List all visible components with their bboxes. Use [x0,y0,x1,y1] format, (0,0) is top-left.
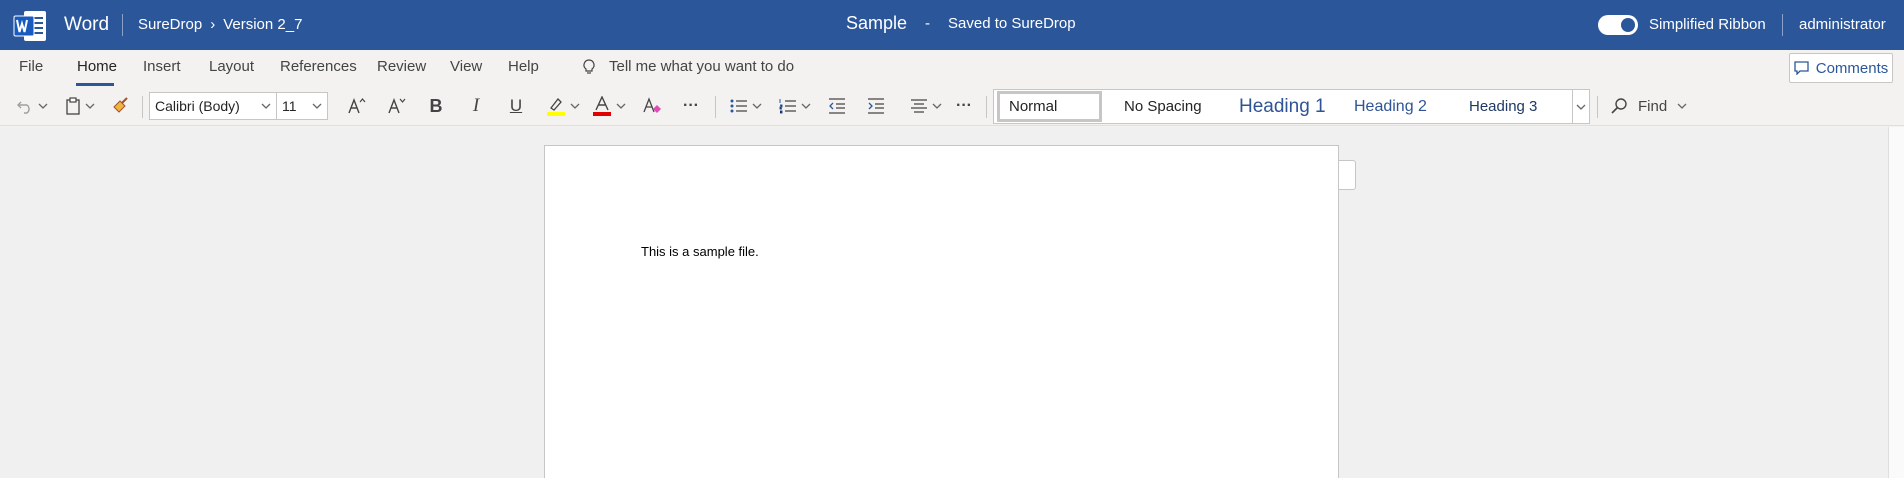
user-account[interactable]: administrator [1799,16,1886,33]
font-size-select[interactable]: 11 [276,92,328,120]
shrink-font-button[interactable] [383,92,411,120]
styles-gallery: Normal No Spacing Heading 1 Heading 2 He… [993,89,1590,124]
breadcrumb: SureDrop › Version 2_7 [138,16,302,33]
toolbar-separator [142,96,143,118]
style-normal[interactable]: Normal [997,91,1102,122]
chevron-down-icon [616,103,626,109]
bold-button[interactable]: B [422,92,450,120]
divider [122,14,123,36]
style-no-spacing[interactable]: No Spacing [1115,90,1202,123]
font-color-button[interactable] [590,92,628,120]
bullet-list-icon [730,99,747,113]
clear-formatting-button[interactable] [638,92,666,120]
font-size-value: 11 [282,98,297,114]
style-heading-1[interactable]: Heading 1 [1230,90,1326,123]
grow-font-button[interactable] [343,92,371,120]
increase-indent-button[interactable] [862,92,890,120]
tab-view[interactable]: View [450,58,482,75]
format-painter-icon [113,97,128,113]
highlight-color-button[interactable] [544,92,582,120]
tab-file[interactable]: File [19,58,43,75]
document-title[interactable]: Sample - Saved to SureDrop [846,13,1076,34]
numbered-list-icon [779,99,796,114]
tab-insert[interactable]: Insert [143,58,181,75]
undo-button[interactable] [12,92,52,120]
tab-layout[interactable]: Layout [209,58,254,75]
simplified-ribbon-toggle[interactable] [1598,15,1638,35]
tab-review[interactable]: Review [377,58,426,75]
save-status: Saved to SureDrop [948,15,1076,32]
italic-button[interactable]: I [462,92,490,120]
chevron-down-icon [312,103,322,109]
chevron-down-icon [570,103,580,109]
numbering-button[interactable] [775,92,815,120]
find-label: Find [1638,97,1668,115]
more-paragraph-options-button[interactable]: ··· [950,92,978,120]
chevron-down-icon [801,103,811,109]
underline-button[interactable]: U [502,92,530,120]
align-button[interactable] [906,92,946,120]
chevron-down-icon [932,103,942,109]
search-icon [1611,98,1627,114]
tell-me-text: Tell me what you want to do [609,58,795,75]
styles-expand-button[interactable] [1572,90,1589,123]
shrink-font-icon [388,98,406,114]
comments-label: Comments [1815,59,1889,77]
ribbon-tabs: File Home Insert Layout References Revie… [0,50,1904,86]
page-side-handle[interactable] [1339,160,1356,190]
font-name-select[interactable]: Calibri (Body) [149,92,277,120]
breadcrumb-version[interactable]: Version 2_7 [223,16,302,33]
tell-me-search[interactable]: Tell me what you want to do [583,58,794,75]
simplified-ribbon-label: Simplified Ribbon [1649,16,1766,33]
clear-formatting-icon [643,97,661,113]
style-heading-3[interactable]: Heading 3 [1460,90,1537,123]
document-page[interactable]: This is a sample file. [544,145,1339,478]
chevron-down-icon [752,103,762,109]
format-painter-button[interactable] [106,92,134,120]
undo-icon [17,101,30,114]
ribbon-toolbar: Calibri (Body) 11 B I U ··· ··· Normal N… [0,86,1904,126]
document-body-text[interactable]: This is a sample file. [641,244,759,259]
chevron-down-icon [38,103,48,109]
align-center-icon [911,99,927,113]
font-color-icon [593,96,611,116]
toolbar-separator [1597,96,1598,118]
chevron-down-icon [1576,104,1586,110]
app-name[interactable]: Word [64,14,109,36]
vertical-scrollbar[interactable] [1888,127,1904,478]
highlighter-icon [547,98,565,116]
decrease-indent-icon [829,98,845,114]
comment-icon [1794,61,1809,75]
clipboard-icon [66,97,80,115]
tab-references[interactable]: References [280,58,357,75]
tab-home[interactable]: Home [77,58,117,75]
breadcrumb-separator: › [210,16,216,33]
breadcrumb-folder[interactable]: SureDrop [138,16,202,33]
lightbulb-icon [583,58,595,74]
chevron-down-icon [85,103,95,109]
chevron-down-icon [261,103,271,109]
style-heading-2[interactable]: Heading 2 [1345,90,1427,123]
toolbar-separator [986,96,987,118]
comments-button[interactable]: Comments [1789,53,1893,83]
bullets-button[interactable] [726,92,766,120]
find-button[interactable]: Find [1610,92,1687,120]
word-logo-icon[interactable] [12,9,48,43]
increase-indent-icon [868,98,884,114]
grow-font-icon [348,98,366,114]
doc-name[interactable]: Sample [846,13,907,34]
chevron-down-icon [1677,103,1687,109]
divider [1782,14,1783,36]
more-font-options-button[interactable]: ··· [677,92,705,120]
font-name-value: Calibri (Body) [155,98,240,114]
toggle-knob [1621,18,1635,32]
title-bar: Word SureDrop › Version 2_7 Sample - Sav… [0,0,1904,50]
title-separator: - [925,15,931,32]
decrease-indent-button[interactable] [823,92,851,120]
tab-help[interactable]: Help [508,58,539,75]
paste-button[interactable] [62,92,98,120]
toolbar-separator [715,96,716,118]
